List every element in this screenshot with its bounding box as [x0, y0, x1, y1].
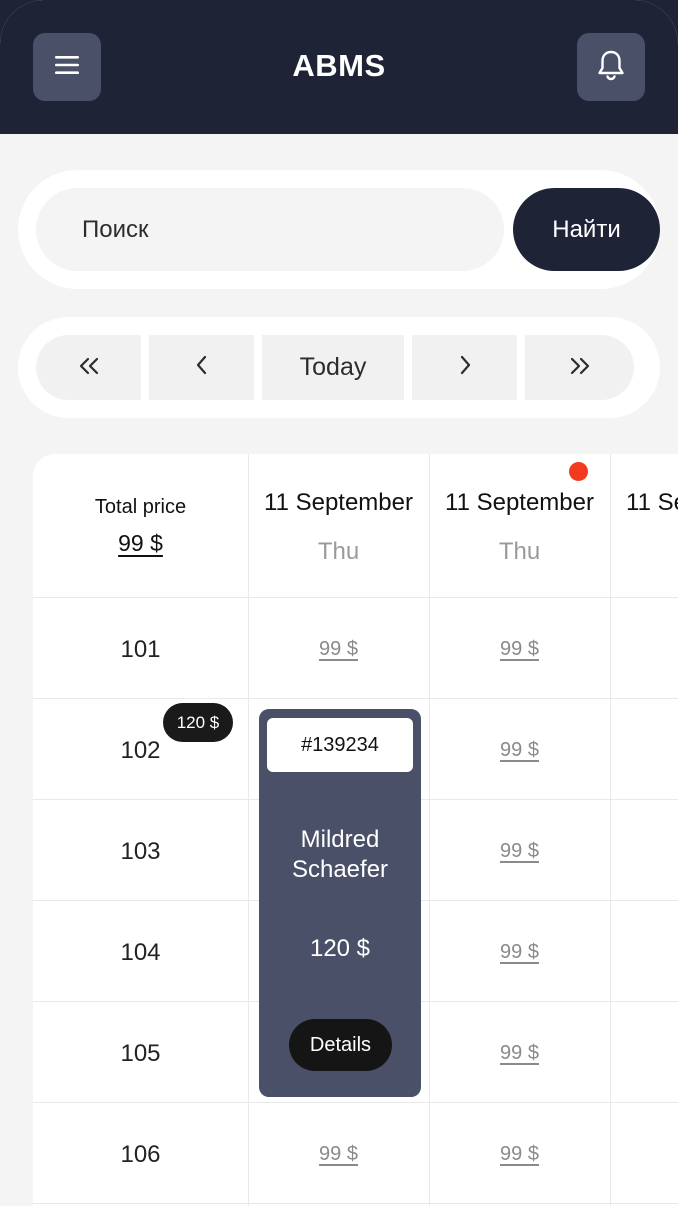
booking-grid: Total price 99 $ 11 September Thu 11 Sep… [33, 454, 678, 1206]
price-cell[interactable]: 99 $ [248, 638, 429, 661]
price-cell[interactable]: 99 $ [429, 739, 610, 762]
price-cell[interactable]: 99 $ [429, 1042, 610, 1065]
booking-card[interactable]: #139234 Mildred Schaefer 120 $ Details [259, 709, 421, 1097]
row-divider [33, 597, 678, 598]
app-header: ABMS [0, 0, 678, 134]
row-divider [33, 698, 678, 699]
column-date: 11 September [264, 489, 413, 516]
column-divider [248, 454, 249, 1206]
chevron-left-icon [196, 353, 208, 382]
column-date: 11 Se [626, 489, 678, 516]
column-divider [429, 454, 430, 1206]
double-chevron-left-icon [78, 353, 100, 382]
app-screen: ABMS Найти Today [0, 0, 678, 1206]
price-cell[interactable]: 99 $ [429, 1143, 610, 1166]
previous-button[interactable] [149, 335, 254, 400]
row-divider [33, 1203, 678, 1204]
search-button[interactable]: Найти [513, 188, 660, 271]
total-price-label: Total price [94, 496, 187, 518]
price-badge: 120 $ [163, 703, 233, 742]
column-day: Thu [498, 538, 541, 565]
price-cell[interactable]: 99 $ [429, 941, 610, 964]
chevron-right-icon [459, 353, 471, 382]
double-chevron-right-icon [569, 353, 591, 382]
room-number: 103 [120, 838, 161, 865]
last-page-button[interactable] [525, 335, 634, 400]
today-button[interactable]: Today [262, 335, 404, 400]
notification-dot [569, 462, 588, 481]
column-divider [610, 454, 611, 1206]
next-button[interactable] [412, 335, 517, 400]
booking-price: 120 $ [309, 935, 371, 962]
column-date: 11 September [445, 489, 594, 516]
room-number: 104 [120, 939, 161, 966]
date-navigation: Today [18, 317, 660, 418]
row-divider [33, 1102, 678, 1103]
room-number: 106 [120, 1141, 161, 1168]
room-number: 105 [120, 1040, 161, 1067]
search-bar: Найти [18, 170, 660, 289]
price-cell[interactable]: 99 $ [248, 1143, 429, 1166]
guest-name: Mildred Schaefer [291, 826, 389, 883]
first-page-button[interactable] [36, 335, 141, 400]
total-price-amount: 99 $ [118, 530, 163, 556]
bell-icon [596, 49, 626, 86]
price-cell[interactable]: 99 $ [429, 840, 610, 863]
booking-id: #139234 [267, 718, 413, 772]
room-number: 101 [120, 636, 161, 663]
details-button[interactable]: Details [289, 1019, 392, 1071]
notifications-button[interactable] [577, 33, 645, 101]
total-price-value: 99 $ [33, 530, 248, 557]
column-day: Thu [317, 538, 360, 565]
price-cell[interactable]: 99 $ [429, 638, 610, 661]
search-input[interactable] [36, 188, 504, 271]
